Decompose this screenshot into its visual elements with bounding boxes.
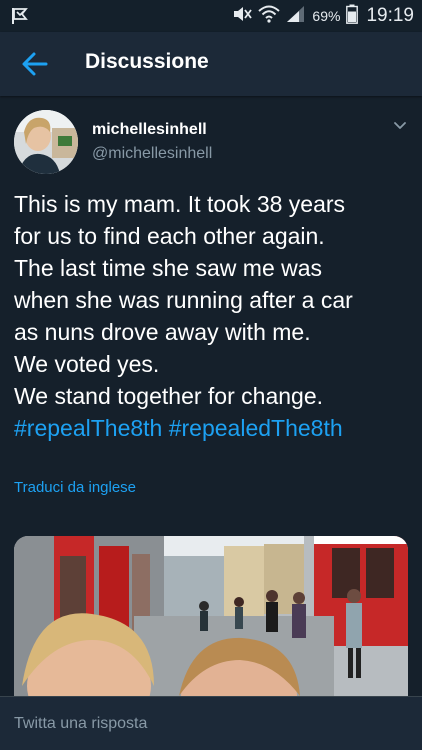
tweet-text-line: The last time she saw me was [14, 255, 323, 281]
avatar[interactable] [14, 110, 78, 174]
tweet-text: This is my mam. It took 38 years for us … [14, 188, 414, 444]
clock: 19:19 [366, 5, 414, 26]
mute-icon [232, 5, 253, 28]
back-arrow-icon [22, 52, 48, 76]
hashtag-link[interactable]: #repealThe8th [14, 415, 162, 441]
reply-bar: Twitta una risposta [0, 696, 422, 750]
back-button[interactable] [20, 50, 50, 78]
wifi-icon [258, 5, 281, 28]
hashtag-link[interactable]: #repealedThe8th [169, 415, 343, 441]
tweet-text-line: when she was running after a car [14, 287, 353, 313]
tweet-text-line: We stand together for change. [14, 383, 323, 409]
tweet-text-line: as nuns drove away with me. [14, 319, 311, 345]
tweet-text-line: This is my mam. It took 38 years [14, 191, 346, 217]
signal-icon [286, 5, 306, 28]
battery-icon [346, 4, 359, 29]
tweet-text-line: for us to find each other again. [14, 223, 325, 249]
page-title: Discussione [85, 50, 209, 73]
flag-icon [10, 6, 30, 26]
handle[interactable]: @michellesinhell [92, 145, 212, 163]
hashtag-line: #repealThe8th #repealedThe8th [14, 412, 414, 444]
tweet-text-line: We voted yes. [14, 351, 160, 377]
chevron-down-icon [394, 122, 406, 129]
tweet-menu-button[interactable] [392, 118, 408, 134]
status-bar: 69% 19:19 [0, 0, 422, 32]
display-name[interactable]: michellesinhell [92, 121, 207, 139]
translate-link[interactable]: Traduci da inglese [14, 479, 136, 496]
tweet-photo[interactable] [14, 536, 408, 696]
app-bar: Discussione [0, 32, 422, 96]
reply-input[interactable]: Twitta una risposta [14, 715, 147, 733]
battery-percent: 69% [312, 8, 341, 24]
